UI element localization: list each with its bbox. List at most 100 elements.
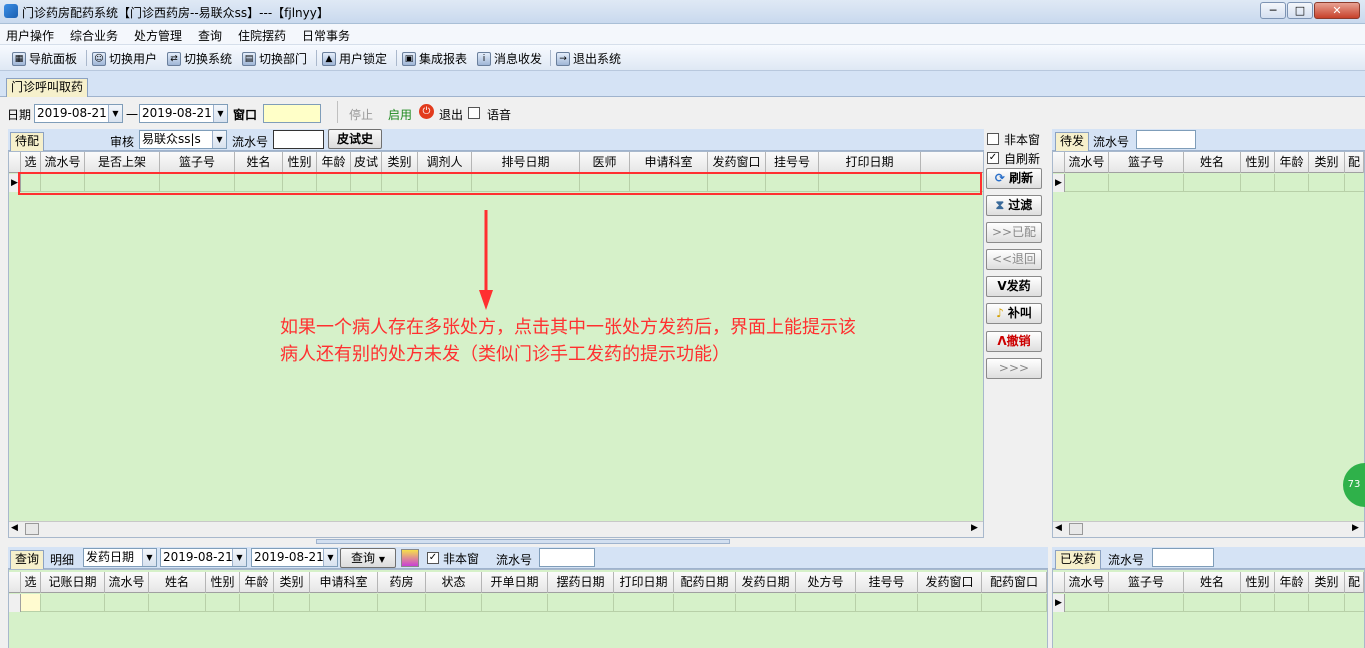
stop-button[interactable]: 停止: [349, 106, 373, 123]
col-category[interactable]: 类别: [1309, 572, 1345, 593]
menu-daily-affairs[interactable]: 日常事务: [302, 27, 350, 44]
col-basket[interactable]: 篮子号: [1109, 572, 1184, 593]
table-row[interactable]: ▶: [1053, 174, 1364, 192]
col-dispenser[interactable]: 调剂人: [418, 152, 472, 173]
date-to-picker[interactable]: 2019-08-21 ▼: [139, 104, 228, 123]
col-order-date[interactable]: 开单日期: [482, 572, 548, 593]
voice-checkbox[interactable]: [468, 107, 480, 119]
col-reg-no[interactable]: 挂号号: [766, 152, 819, 173]
toolbar-report[interactable]: ▣ 集成报表: [402, 50, 467, 67]
exit-button[interactable]: 退出: [439, 106, 463, 123]
col-reg-no[interactable]: 挂号号: [856, 572, 918, 593]
col-gender[interactable]: 性别: [206, 572, 240, 593]
tab-detail[interactable]: 明细: [50, 551, 74, 568]
col-basket[interactable]: 篮子号: [1109, 152, 1184, 173]
col-window[interactable]: 发药窗口: [708, 152, 766, 173]
col-category[interactable]: 类别: [1309, 152, 1345, 173]
close-button[interactable]: ✕: [1314, 2, 1360, 19]
query-serial-input[interactable]: [539, 548, 595, 567]
col-name[interactable]: 姓名: [235, 152, 283, 173]
scroll-right-icon[interactable]: ▶: [1352, 523, 1359, 533]
col-on-shelf[interactable]: 是否上架: [85, 152, 160, 173]
toolbar-navigation-panel[interactable]: ▦ 导航面板: [12, 50, 77, 67]
col-dispense[interactable]: 配: [1345, 572, 1364, 593]
toolbar-exit-system[interactable]: → 退出系统: [556, 50, 621, 67]
auto-refresh-checkbox[interactable]: ✓: [987, 152, 999, 164]
col-pharmacy[interactable]: 药房: [378, 572, 426, 593]
query-date-to[interactable]: 2019-08-21 ▼: [251, 548, 338, 567]
col-gender[interactable]: 性别: [283, 152, 317, 173]
tab-query[interactable]: 查询: [10, 550, 45, 569]
col-gender[interactable]: 性别: [1241, 152, 1275, 173]
query-date-from[interactable]: 2019-08-21 ▼: [160, 548, 247, 567]
col-age[interactable]: 年龄: [317, 152, 351, 173]
col-dept[interactable]: 申请科室: [310, 572, 378, 593]
col-dispense-window[interactable]: 发药窗口: [918, 572, 982, 593]
col-arrange-date[interactable]: 摆药日期: [548, 572, 614, 593]
col-gender[interactable]: 性别: [1241, 572, 1275, 593]
return-back-button[interactable]: <<退回: [986, 249, 1042, 270]
tab-pending[interactable]: 待配: [10, 132, 45, 151]
col-dispense[interactable]: 配: [1345, 152, 1364, 173]
col-select[interactable]: 选: [21, 572, 41, 593]
col-dept[interactable]: 申请科室: [630, 152, 708, 173]
col-serial[interactable]: 流水号: [1065, 572, 1109, 593]
scroll-right-icon[interactable]: ▶: [971, 523, 978, 533]
table-row[interactable]: ▶: [1053, 594, 1364, 612]
enable-button[interactable]: 启用: [388, 106, 412, 123]
col-billing-date[interactable]: 记账日期: [41, 572, 105, 593]
toolbar-user-lock[interactable]: ▲ 用户锁定: [322, 50, 387, 67]
dispensed-serial-input[interactable]: [1152, 548, 1214, 567]
col-print-date[interactable]: 打印日期: [819, 152, 921, 173]
waiting-serial-input[interactable]: [1136, 130, 1196, 149]
scroll-left-icon[interactable]: ◀: [11, 523, 18, 533]
maximize-button[interactable]: □: [1287, 2, 1313, 19]
minimize-button[interactable]: ─: [1260, 2, 1286, 19]
toolbar-switch-user[interactable]: ☺ 切换用户: [92, 50, 157, 67]
col-print-date[interactable]: 打印日期: [614, 572, 674, 593]
more-button[interactable]: >>>: [986, 358, 1042, 379]
col-prescription-no[interactable]: 处方号: [796, 572, 856, 593]
not-this-window-checkbox[interactable]: [987, 133, 999, 145]
col-basket[interactable]: 篮子号: [160, 152, 235, 173]
menu-query[interactable]: 查询: [198, 27, 222, 44]
col-category[interactable]: 类别: [382, 152, 418, 173]
dispense-button[interactable]: V发药: [986, 276, 1042, 297]
col-serial[interactable]: 流水号: [41, 152, 85, 173]
print-icon[interactable]: [401, 549, 419, 567]
reviewer-select[interactable]: 易联众ss|s ▼: [139, 130, 227, 149]
date-type-select[interactable]: 发药日期 ▼: [83, 548, 157, 567]
toolbar-message[interactable]: i 消息收发: [477, 50, 542, 67]
filter-button[interactable]: ⧗ 过滤: [986, 195, 1042, 216]
col-prepare-date[interactable]: 配药日期: [674, 572, 736, 593]
col-age[interactable]: 年龄: [240, 572, 274, 593]
tab-outpatient-call[interactable]: 门诊呼叫取药: [6, 78, 89, 97]
menu-general-business[interactable]: 综合业务: [70, 27, 118, 44]
col-age[interactable]: 年龄: [1275, 572, 1309, 593]
col-dispense-date[interactable]: 发药日期: [736, 572, 796, 593]
col-select[interactable]: 选: [21, 152, 41, 173]
col-status[interactable]: 状态: [426, 572, 482, 593]
menu-inpatient-dispense[interactable]: 住院摆药: [238, 27, 286, 44]
scroll-left-icon[interactable]: ◀: [1055, 523, 1062, 533]
menu-user-ops[interactable]: 用户操作: [6, 27, 54, 44]
query-button[interactable]: 查询 ▼: [340, 548, 396, 568]
scroll-thumb[interactable]: [25, 523, 39, 535]
toolbar-switch-system[interactable]: ⇄ 切换系统: [167, 50, 232, 67]
pending-horizontal-scrollbar[interactable]: ◀ ▶: [9, 521, 983, 537]
col-serial[interactable]: 流水号: [1065, 152, 1109, 173]
tab-dispensed[interactable]: 已发药: [1055, 550, 1102, 569]
col-doctor[interactable]: 医师: [580, 152, 630, 173]
col-name[interactable]: 姓名: [1184, 152, 1241, 173]
col-name[interactable]: 姓名: [1184, 572, 1241, 593]
skin-test-history-button[interactable]: 皮试史: [328, 129, 382, 149]
date-from-picker[interactable]: 2019-08-21 ▼: [34, 104, 123, 123]
col-skin-test[interactable]: 皮试: [351, 152, 382, 173]
window-input[interactable]: [263, 104, 321, 123]
undo-button[interactable]: Λ撤销: [986, 331, 1042, 352]
pending-serial-input[interactable]: [273, 130, 324, 149]
move-to-dispensed-button[interactable]: >>已配: [986, 222, 1042, 243]
col-category[interactable]: 类别: [274, 572, 310, 593]
scroll-thumb[interactable]: [1069, 523, 1083, 535]
tab-waiting[interactable]: 待发: [1055, 132, 1090, 151]
